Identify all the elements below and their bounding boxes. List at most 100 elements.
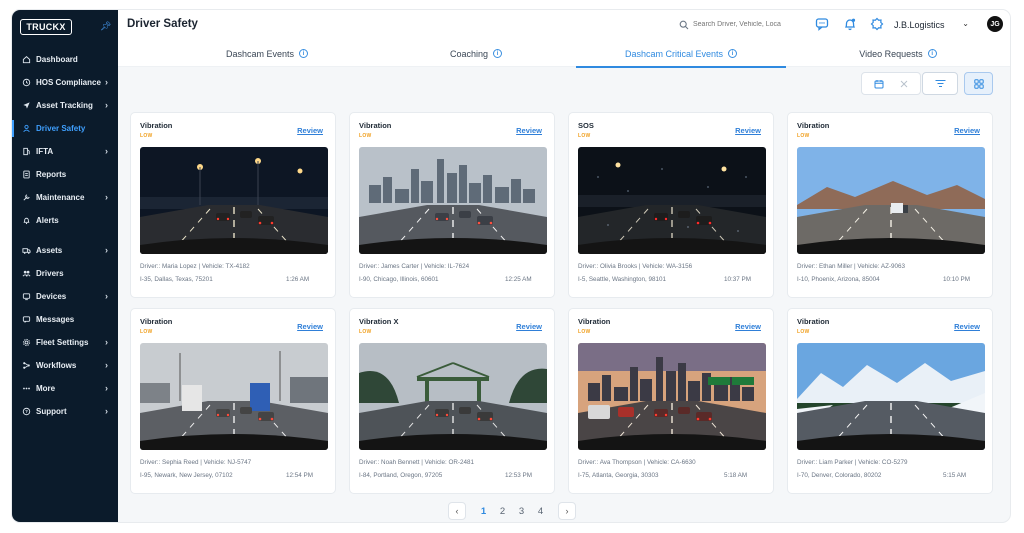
sidebar-item-reports[interactable]: Reports	[12, 163, 118, 186]
bell-icon[interactable]	[843, 17, 857, 31]
wrench-icon	[21, 193, 31, 203]
review-link[interactable]: Review	[735, 126, 761, 135]
report-icon	[21, 170, 31, 180]
chevron-right-icon: ›	[105, 77, 108, 87]
search-input[interactable]	[693, 21, 793, 28]
location-text: I-10, Phoenix, Arizona, 85004	[797, 276, 880, 283]
dashcam-thumbnail[interactable]	[140, 343, 328, 450]
sidebar-item-alerts[interactable]: Alerts	[12, 209, 118, 232]
next-page-button[interactable]: ›	[558, 502, 576, 520]
filter-button[interactable]	[922, 72, 958, 95]
sidebar-item-driver-safety[interactable]: Driver Safety	[12, 117, 118, 140]
info-icon[interactable]: i	[927, 49, 937, 58]
pin-icon[interactable]: 📌︎	[100, 21, 111, 32]
sidebar-item-label: Support	[36, 407, 67, 416]
page-title: Driver Safety	[127, 18, 198, 30]
tab-dashcam-critical-events[interactable]: Dashcam Critical Events i	[576, 40, 786, 68]
sidebar-item-label: Drivers	[36, 269, 64, 278]
event-card[interactable]: Vibration LOW Review Driver:: Sephia Reed |…	[130, 308, 336, 494]
prev-page-button[interactable]: ‹	[448, 502, 466, 520]
sidebar-item-workflows[interactable]: Workflows ›	[12, 354, 118, 377]
truckx-logo[interactable]: TRUCKX	[20, 19, 72, 35]
chat-icon[interactable]	[815, 17, 829, 31]
event-type: Vibration	[359, 121, 392, 130]
message-icon	[21, 315, 31, 325]
event-card[interactable]: Vibration LOW Review Driver:: Liam Parker |…	[787, 308, 993, 494]
badge-icon[interactable]	[870, 17, 884, 31]
org-selector[interactable]: J.B.Logistics ⌄	[885, 15, 979, 34]
severity-badge: LOW	[140, 329, 153, 335]
sidebar-item-devices[interactable]: Devices ›	[12, 285, 118, 308]
event-card[interactable]: Vibration X LOW Review Driver:: Noah Bennet…	[349, 308, 555, 494]
driver-vehicle-text: Driver:: Ava Thompson | Vehicle: CA-6630	[578, 459, 696, 466]
sidebar-item-label: Asset Tracking	[36, 101, 93, 110]
location-text: I-5, Seattle, Washington, 98101	[578, 276, 666, 283]
event-card[interactable]: Vibration LOW Review Driver:: James Carter …	[349, 112, 555, 298]
event-type: Vibration	[140, 317, 173, 326]
info-icon[interactable]: i	[728, 49, 738, 58]
review-link[interactable]: Review	[516, 322, 542, 331]
event-card[interactable]: Vibration LOW Review Driver:: Maria Lopez |…	[130, 112, 336, 298]
sidebar-item-label: Messages	[36, 315, 75, 324]
chevron-right-icon: ›	[105, 406, 108, 416]
sidebar-item-label: Alerts	[36, 216, 59, 225]
dashcam-thumbnail[interactable]	[359, 343, 547, 450]
review-link[interactable]: Review	[297, 322, 323, 331]
pagination: ‹ 1 2 3 4 ›	[448, 501, 576, 521]
location-text: I-90, Chicago, Illinois, 60601	[359, 276, 439, 283]
dashcam-thumbnail[interactable]	[578, 147, 766, 254]
sidebar-item-maintenance[interactable]: Maintenance ›	[12, 186, 118, 209]
review-link[interactable]: Review	[954, 322, 980, 331]
tab-video-requests[interactable]: Video Requests i	[786, 40, 1010, 67]
review-link[interactable]: Review	[297, 126, 323, 135]
event-card[interactable]: Vibration LOW Review Driver:: Ethan Miller …	[787, 112, 993, 298]
review-link[interactable]: Review	[516, 126, 542, 135]
page-number[interactable]: 3	[512, 506, 531, 517]
review-link[interactable]: Review	[954, 126, 980, 135]
search-box[interactable]	[676, 15, 798, 34]
page-number[interactable]: 2	[493, 506, 512, 517]
tab-dashcam-events[interactable]: Dashcam Events i	[158, 40, 376, 67]
info-icon[interactable]: i	[493, 49, 503, 58]
tab-coaching[interactable]: Coaching i	[376, 40, 576, 67]
fuel-icon	[21, 147, 31, 157]
dashcam-thumbnail[interactable]	[140, 147, 328, 254]
event-card[interactable]: SOS LOW Review Driver:: Olivia Brooks | Veh…	[568, 112, 774, 298]
sidebar-item-hos-compliance[interactable]: HOS Compliance ›	[12, 71, 118, 94]
page-number[interactable]: 4	[531, 506, 550, 517]
avatar[interactable]: JG	[987, 16, 1003, 32]
filter-icon	[935, 79, 945, 88]
event-card[interactable]: Vibration LOW Review Driver:: Ava Thompson …	[568, 308, 774, 494]
grid-view-button[interactable]	[964, 72, 993, 95]
sidebar-item-ifta[interactable]: IFTA ›	[12, 140, 118, 163]
page-number[interactable]: 1	[474, 506, 493, 517]
dashcam-thumbnail[interactable]	[797, 343, 985, 450]
calendar-icon[interactable]	[874, 79, 884, 89]
dashcam-thumbnail[interactable]	[578, 343, 766, 450]
info-icon[interactable]: i	[299, 49, 309, 58]
shield-user-icon	[21, 124, 31, 134]
sidebar-item-more[interactable]: More ›	[12, 377, 118, 400]
sidebar-item-fleet-settings[interactable]: Fleet Settings ›	[12, 331, 118, 354]
alert-icon	[21, 216, 31, 226]
sidebar-item-support[interactable]: ? Support ›	[12, 400, 118, 423]
sidebar-item-drivers[interactable]: Drivers	[12, 262, 118, 285]
clear-icon[interactable]	[900, 80, 908, 88]
dashcam-thumbnail[interactable]	[797, 147, 985, 254]
driver-vehicle-text: Driver:: Maria Lopez | Vehicle: TX-4182	[140, 263, 250, 270]
event-time: 1:26 AM	[286, 276, 310, 283]
sidebar-item-label: Maintenance	[36, 193, 85, 202]
sidebar-nav: Dashboard HOS Compliance › Asset Tracking › D…	[12, 48, 118, 423]
sidebar-item-assets[interactable]: Assets ›	[12, 239, 118, 262]
date-filter[interactable]	[861, 72, 921, 95]
support-icon: ?	[21, 407, 31, 417]
dashcam-thumbnail[interactable]	[359, 147, 547, 254]
tab-label: Dashcam Critical Events	[624, 48, 724, 59]
sidebar-item-asset-tracking[interactable]: Asset Tracking ›	[12, 94, 118, 117]
sidebar-item-dashboard[interactable]: Dashboard	[12, 48, 118, 71]
location-text: I-84, Portland, Oregon, 97205	[359, 472, 443, 479]
nav-divider	[12, 232, 118, 239]
device-icon	[21, 292, 31, 302]
sidebar-item-messages[interactable]: Messages	[12, 308, 118, 331]
review-link[interactable]: Review	[735, 322, 761, 331]
